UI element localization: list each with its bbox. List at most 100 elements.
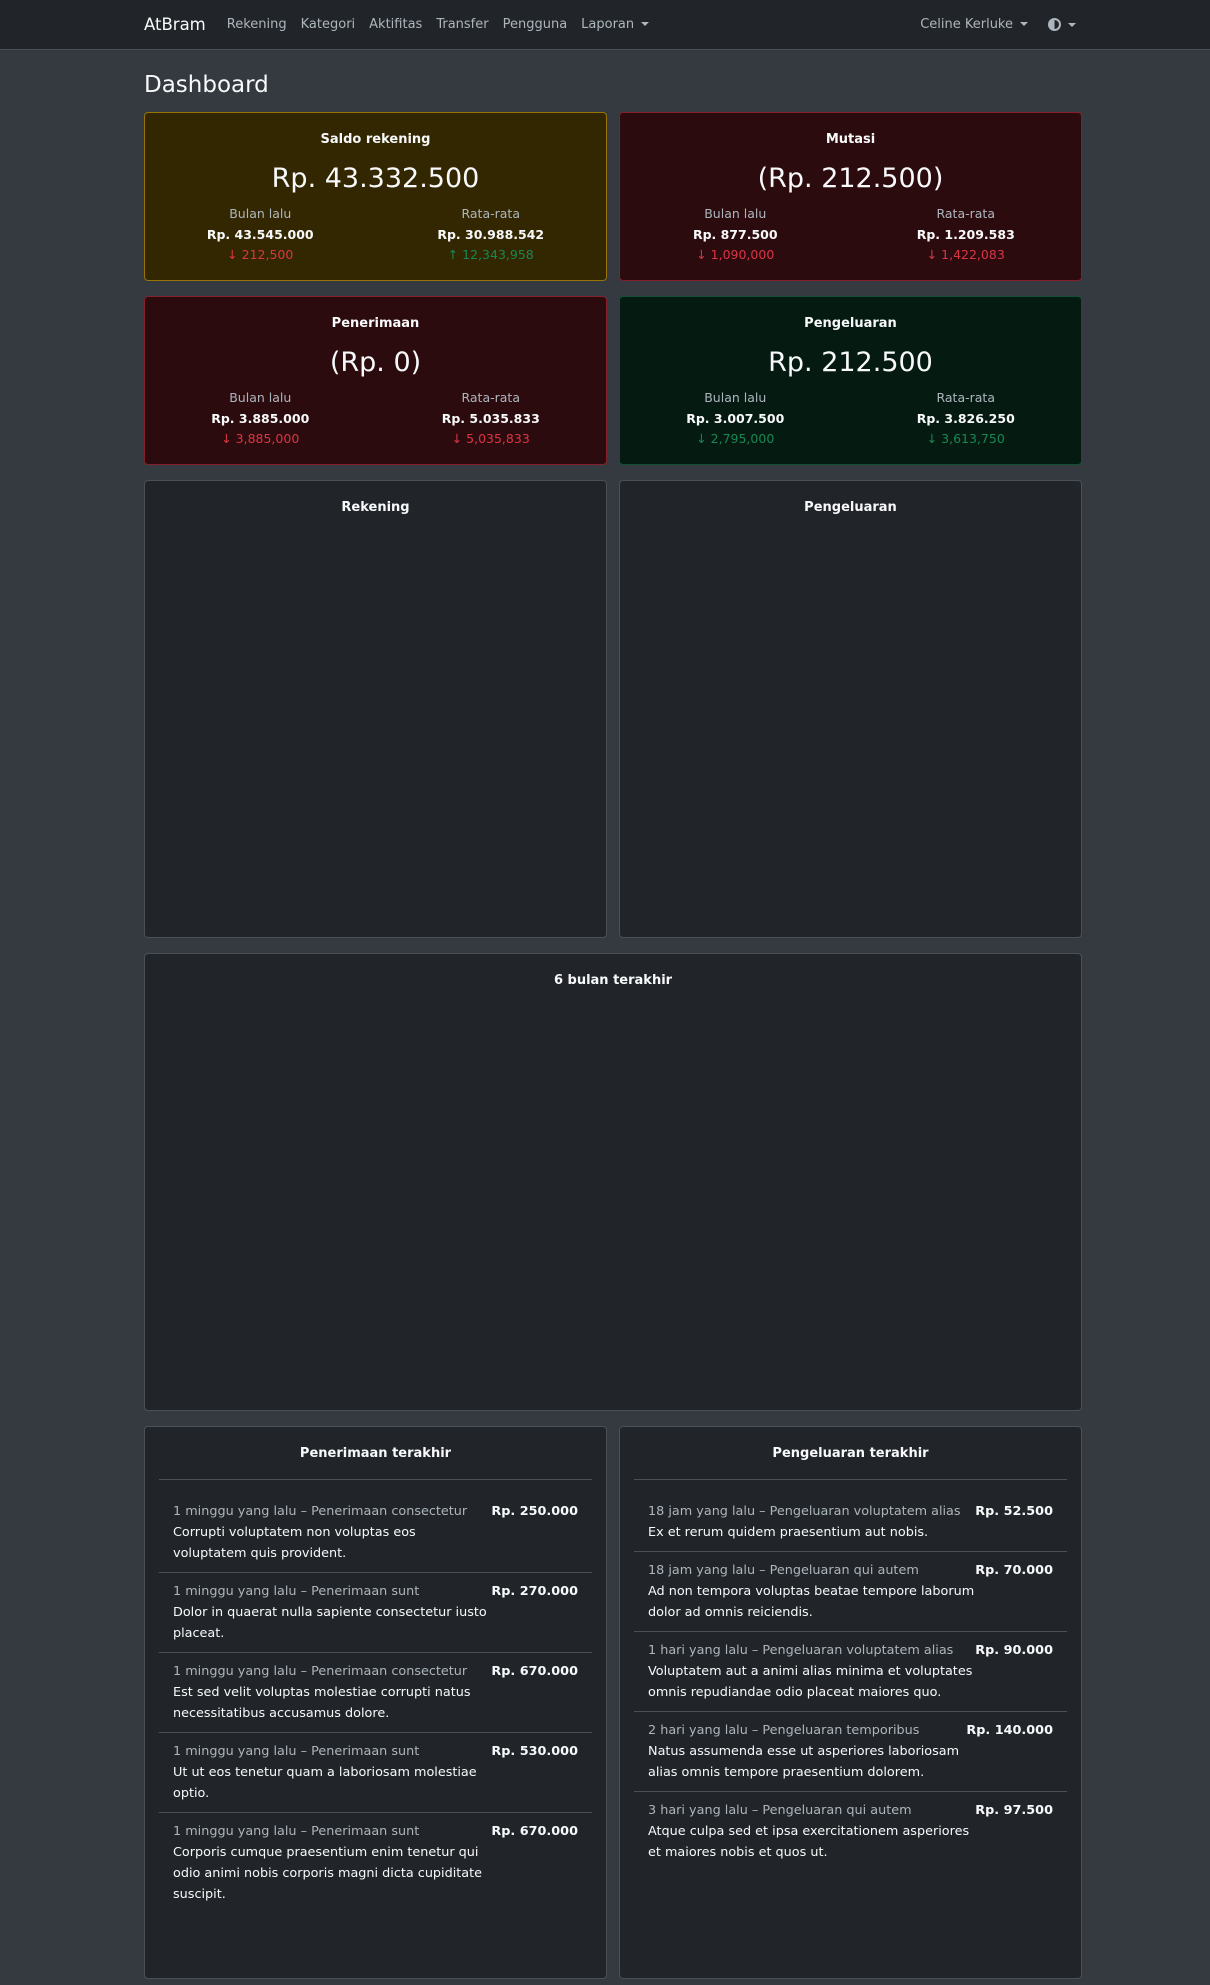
stat-subvalue: Rp. 877.500 [692, 227, 778, 242]
stat-label: Bulan lalu [704, 206, 767, 221]
stat-card-saldo: Saldo rekening Rp. 43.332.500 Bulan lalu… [144, 112, 607, 281]
item-amount: Rp. 70.000 [975, 1563, 1053, 1578]
list-item[interactable]: 18 jam yang lalu – Pengeluaran qui autem… [634, 1552, 1067, 1632]
item-meta: 1 minggu yang lalu – Penerimaan sunt [173, 1744, 420, 1759]
list-item[interactable]: 1 minggu yang lalu – Penerimaan sunt Dol… [159, 1573, 592, 1653]
list-item[interactable]: 1 minggu yang lalu – Penerimaan sunt Ut … [159, 1733, 592, 1813]
item-text: 18 jam yang lalu – Pengeluaran voluptate… [648, 1501, 975, 1543]
stat-last-month: Bulan lalu Rp. 3.007.500 ↓ 2,795,000 [620, 388, 851, 449]
stat-label: Bulan lalu [229, 390, 292, 405]
nav-dropdown-laporan[interactable]: Laporan [581, 17, 650, 32]
recent-expense-list: 18 jam yang lalu – Pengeluaran voluptate… [634, 1493, 1067, 1871]
stat-subvalue: Rp. 5.035.833 [441, 411, 540, 426]
stat-average: Rata-rata Rp. 30.988.542 ↑ 12,343,958 [376, 204, 607, 265]
stat-columns: Bulan lalu Rp. 877.500 ↓ 1,090,000 Rata-… [620, 204, 1081, 265]
item-amount: Rp. 140.000 [966, 1723, 1053, 1738]
stat-label: Bulan lalu [704, 390, 767, 405]
stat-diff: ↓ 3,613,750 [926, 431, 1005, 446]
theme-toggle-dropdown[interactable] [1048, 18, 1076, 31]
recent-expense-card: Pengeluaran terakhir 18 jam yang lalu – … [619, 1426, 1082, 1979]
list-item[interactable]: 1 minggu yang lalu – Penerimaan sunt Cor… [159, 1813, 592, 1913]
nav-link-rekening[interactable]: Rekening [227, 17, 287, 32]
stat-diff: ↓ 5,035,833 [451, 431, 530, 446]
stat-card-mutasi: Mutasi (Rp. 212.500) Bulan lalu Rp. 877.… [619, 112, 1082, 281]
list-item[interactable]: 3 hari yang lalu – Pengeluaran qui autem… [634, 1792, 1067, 1871]
list-header: Pengeluaran terakhir [634, 1441, 1067, 1480]
item-amount: Rp. 97.500 [975, 1803, 1053, 1818]
chevron-down-icon [641, 22, 650, 26]
user-name: Celine Kerluke [920, 17, 1013, 32]
charts-row: Rekening Pengeluaran [144, 480, 1082, 938]
item-text: 2 hari yang lalu – Pengeluaran temporibu… [648, 1720, 966, 1783]
nav-link-aktifitas[interactable]: Aktifitas [369, 17, 422, 32]
recent-row: Penerimaan terakhir 1 minggu yang lalu –… [144, 1426, 1082, 1979]
stat-subvalue: Rp. 3.885.000 [211, 411, 310, 426]
list-item[interactable]: 2 hari yang lalu – Pengeluaran temporibu… [634, 1712, 1067, 1792]
stat-card-pengeluaran: Pengeluaran Rp. 212.500 Bulan lalu Rp. 3… [619, 296, 1082, 465]
item-description: Atque culpa sed et ipsa exercitationem a… [648, 1824, 970, 1860]
chart-card-six-months: 6 bulan terakhir [144, 953, 1082, 1411]
stat-subvalue: Rp. 1.209.583 [916, 227, 1015, 242]
chart-title: Pengeluaran [804, 500, 897, 515]
item-meta: 1 hari yang lalu – Pengeluaran voluptate… [648, 1643, 954, 1658]
stat-label: Rata-rata [461, 390, 520, 405]
item-amount: Rp. 250.000 [491, 1504, 578, 1519]
item-meta: 1 minggu yang lalu – Penerimaan consecte… [173, 1504, 468, 1519]
item-amount: Rp. 670.000 [491, 1664, 578, 1679]
list-item[interactable]: 18 jam yang lalu – Pengeluaran voluptate… [634, 1493, 1067, 1552]
stat-average: Rata-rata Rp. 3.826.250 ↓ 3,613,750 [851, 388, 1082, 449]
stat-last-month: Bulan lalu Rp. 3.885.000 ↓ 3,885,000 [145, 388, 376, 449]
stat-value: Rp. 43.332.500 [271, 163, 480, 194]
item-description: Est sed velit voluptas molestiae corrupt… [173, 1685, 471, 1721]
item-meta: 1 minggu yang lalu – Penerimaan sunt [173, 1584, 420, 1599]
recent-income-list: 1 minggu yang lalu – Penerimaan consecte… [159, 1493, 592, 1913]
page-title: Dashboard [144, 72, 269, 98]
stat-average: Rata-rata Rp. 5.035.833 ↓ 5,035,833 [376, 388, 607, 449]
user-menu-dropdown[interactable]: Celine Kerluke [920, 17, 1028, 32]
item-text: 1 hari yang lalu – Pengeluaran voluptate… [648, 1640, 975, 1703]
item-text: 1 minggu yang lalu – Penerimaan sunt Dol… [173, 1581, 491, 1644]
stat-label: Rata-rata [936, 390, 995, 405]
stat-columns: Bulan lalu Rp. 43.545.000 ↓ 212,500 Rata… [145, 204, 606, 265]
nav-link-kategori[interactable]: Kategori [301, 17, 356, 32]
stat-subvalue: Rp. 43.545.000 [206, 227, 314, 242]
navbar: AtBram Rekening Kategori Aktifitas Trans… [0, 0, 1210, 50]
item-meta: 2 hari yang lalu – Pengeluaran temporibu… [648, 1723, 920, 1738]
stats-row-1: Saldo rekening Rp. 43.332.500 Bulan lalu… [144, 112, 1082, 281]
item-text: 1 minggu yang lalu – Penerimaan sunt Ut … [173, 1741, 491, 1804]
item-amount: Rp. 670.000 [491, 1824, 578, 1839]
main-container: Dashboard Saldo rekening Rp. 43.332.500 … [144, 70, 1082, 1979]
item-meta: 18 jam yang lalu – Pengeluaran qui autem [648, 1563, 919, 1578]
item-amount: Rp. 270.000 [491, 1584, 578, 1599]
stat-columns: Bulan lalu Rp. 3.885.000 ↓ 3,885,000 Rat… [145, 388, 606, 449]
item-amount: Rp. 90.000 [975, 1643, 1053, 1658]
item-description: Corporis cumque praesentium enim tenetur… [173, 1845, 483, 1902]
item-description: Corrupti voluptatem non voluptas eos vol… [173, 1525, 416, 1561]
stat-value: (Rp. 0) [329, 347, 422, 378]
chevron-down-icon [1068, 22, 1076, 27]
list-header: Penerimaan terakhir [159, 1441, 592, 1480]
chevron-down-icon [1020, 22, 1028, 26]
list-item[interactable]: 1 hari yang lalu – Pengeluaran voluptate… [634, 1632, 1067, 1712]
stat-diff: ↓ 212,500 [227, 247, 294, 262]
stat-diff: ↑ 12,343,958 [447, 247, 534, 262]
stat-columns: Bulan lalu Rp. 3.007.500 ↓ 2,795,000 Rat… [620, 388, 1081, 449]
item-text: 3 hari yang lalu – Pengeluaran qui autem… [648, 1800, 975, 1863]
item-text: 1 minggu yang lalu – Penerimaan sunt Cor… [173, 1821, 491, 1905]
navbar-left: AtBram Rekening Kategori Aktifitas Trans… [144, 15, 663, 34]
stat-label: Bulan lalu [229, 206, 292, 221]
list-item[interactable]: 1 minggu yang lalu – Penerimaan consecte… [159, 1653, 592, 1733]
stat-subvalue: Rp. 3.826.250 [916, 411, 1015, 426]
stat-diff: ↓ 1,090,000 [696, 247, 775, 262]
stat-card-penerimaan: Penerimaan (Rp. 0) Bulan lalu Rp. 3.885.… [144, 296, 607, 465]
item-description: Dolor in quaerat nulla sapiente consecte… [173, 1605, 487, 1641]
nav-link-pengguna[interactable]: Pengguna [503, 17, 568, 32]
item-meta: 1 minggu yang lalu – Penerimaan sunt [173, 1824, 420, 1839]
list-item[interactable]: 1 minggu yang lalu – Penerimaan consecte… [159, 1493, 592, 1573]
stat-average: Rata-rata Rp. 1.209.583 ↓ 1,422,083 [851, 204, 1082, 265]
chart-card-rekening: Rekening [144, 480, 607, 938]
brand-link[interactable]: AtBram [144, 15, 206, 34]
nav-link-transfer[interactable]: Transfer [436, 17, 488, 32]
item-amount: Rp. 530.000 [491, 1744, 578, 1759]
stat-diff: ↓ 1,422,083 [926, 247, 1005, 262]
